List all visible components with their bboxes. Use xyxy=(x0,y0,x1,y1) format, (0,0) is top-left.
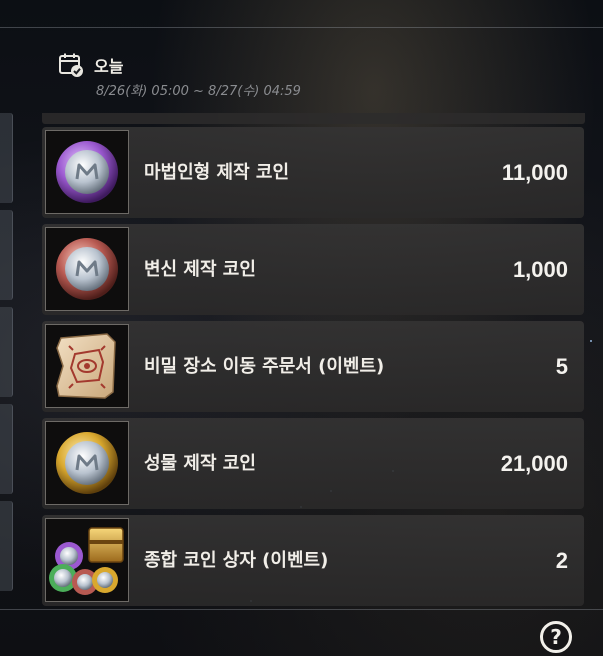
sparkle-decoration xyxy=(590,340,592,342)
item-icon-frame xyxy=(45,518,129,602)
polymorph-coin-icon xyxy=(56,238,118,300)
help-icon: ? xyxy=(550,625,562,649)
side-tab[interactable] xyxy=(0,210,13,300)
list-item[interactable]: 성물 제작 코인 21,000 xyxy=(42,418,584,509)
secret-place-scroll-icon xyxy=(56,333,116,399)
item-quantity: 2 xyxy=(555,548,568,573)
today-label: 오늘 xyxy=(94,57,124,76)
list-item[interactable]: 비밀 장소 이동 주문서 (이벤트) 5 xyxy=(42,321,584,412)
item-icon-frame xyxy=(45,227,129,311)
magic-doll-coin-icon xyxy=(56,141,118,203)
side-tab[interactable] xyxy=(0,404,13,494)
help-button[interactable]: ? xyxy=(540,621,572,653)
item-quantity: 5 xyxy=(555,354,568,379)
item-name: 변신 제작 코인 xyxy=(144,259,256,280)
item-name: 성물 제작 코인 xyxy=(144,453,256,474)
top-divider xyxy=(0,27,603,28)
reward-list[interactable]: 마법인형 제작 코인 11,000 변신 제작 코인 1,000 비밀 장소 이… xyxy=(42,113,585,606)
item-name: 종합 코인 상자 (이벤트) xyxy=(144,550,329,571)
calendar-check-icon xyxy=(58,52,84,78)
item-icon-frame xyxy=(45,421,129,505)
side-tab[interactable] xyxy=(0,501,13,591)
item-quantity: 11,000 xyxy=(501,160,568,185)
list-item-partial xyxy=(42,113,585,124)
relic-coin-icon xyxy=(56,432,118,494)
list-item[interactable]: 마법인형 제작 코인 11,000 xyxy=(42,127,584,218)
side-tab[interactable] xyxy=(0,307,13,397)
item-name: 비밀 장소 이동 주문서 (이벤트) xyxy=(144,356,385,377)
coin-chest-icon xyxy=(49,527,124,595)
bottom-divider xyxy=(0,609,603,610)
date-range: 8/26(화) 05:00 ~ 8/27(수) 04:59 xyxy=(96,84,301,99)
side-tab[interactable] xyxy=(0,113,13,203)
item-icon-frame xyxy=(45,130,129,214)
item-quantity: 1,000 xyxy=(512,257,568,282)
list-item[interactable]: 종합 코인 상자 (이벤트) 2 xyxy=(42,515,584,606)
daily-header: 오늘 8/26(화) 05:00 ~ 8/27(수) 04:59 xyxy=(58,50,538,100)
item-quantity: 21,000 xyxy=(500,451,568,476)
item-name: 마법인형 제작 코인 xyxy=(144,162,290,183)
item-icon-frame xyxy=(45,324,129,408)
list-item[interactable]: 변신 제작 코인 1,000 xyxy=(42,224,584,315)
